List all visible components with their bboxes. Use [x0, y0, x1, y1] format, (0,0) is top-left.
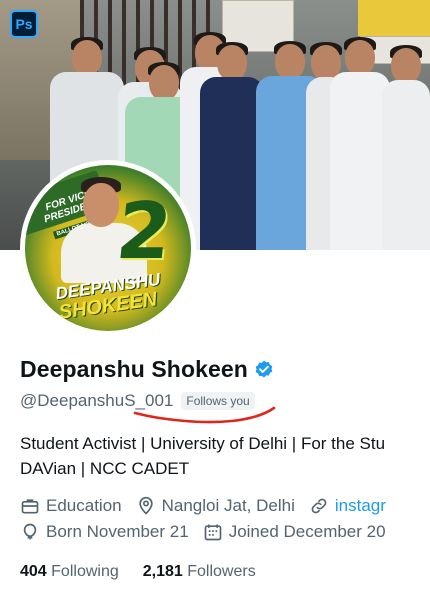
category-label: Education [46, 496, 122, 515]
bio-line: DAVian | NCC CADET [20, 459, 190, 478]
followers-count: 2,181 [142, 563, 183, 580]
link-icon [311, 498, 327, 514]
profile-website[interactable]: instagr [309, 496, 386, 516]
website-link[interactable]: instagr [335, 496, 386, 516]
profile-birthday: Born November 21 [20, 522, 189, 542]
profile-location: Nangloi Jat, Delhi [136, 496, 295, 516]
avatar-ballot-number: 2 [112, 187, 177, 277]
profile-category: Education [20, 496, 122, 516]
verified-badge-icon[interactable] [253, 359, 275, 381]
bio-line: Student Activist | University of Delhi |… [20, 434, 386, 453]
banner-person [200, 42, 264, 250]
profile-name-row: Deepanshu Shokeen [20, 356, 275, 383]
avatar-image: FOR VICE PRESIDENT BALLOT NO. 2 DEEPANSH… [25, 165, 191, 331]
photoshop-icon: Ps [10, 10, 38, 38]
profile-name: Deepanshu Shokeen [20, 356, 248, 382]
birthday-label: Born November 21 [46, 522, 189, 541]
joined-label: Joined December 20 [228, 522, 386, 541]
red-underline-annotation [133, 406, 276, 424]
location-label: Nangloi Jat, Delhi [161, 496, 295, 515]
location-pin-icon [138, 496, 153, 515]
balloon-icon [23, 523, 37, 540]
banner-notice [358, 0, 430, 36]
profile-bio: Student Activist | University of Delhi |… [20, 431, 430, 481]
briefcase-icon [21, 499, 39, 514]
following-count: 404 [20, 563, 47, 580]
followers-link[interactable]: 2,181 Followers [143, 563, 256, 581]
following-label: Following [51, 563, 119, 580]
banner-person [382, 45, 430, 250]
profile-stats: 404 Following 2,181 Followers [20, 563, 280, 581]
calendar-icon [204, 524, 222, 541]
banner-person [330, 37, 390, 250]
profile-meta-row: Education Nangloi Jat, Delhi instagr [20, 496, 400, 516]
profile-joined: Joined December 20 [203, 522, 386, 542]
avatar-person-head [83, 183, 119, 227]
following-link[interactable]: 404 Following [20, 563, 119, 581]
profile-meta-row: Born November 21 Joined December 20 [20, 522, 400, 542]
profile-avatar[interactable]: FOR VICE PRESIDENT BALLOT NO. 2 DEEPANSH… [20, 160, 196, 336]
followers-label: Followers [187, 563, 256, 580]
